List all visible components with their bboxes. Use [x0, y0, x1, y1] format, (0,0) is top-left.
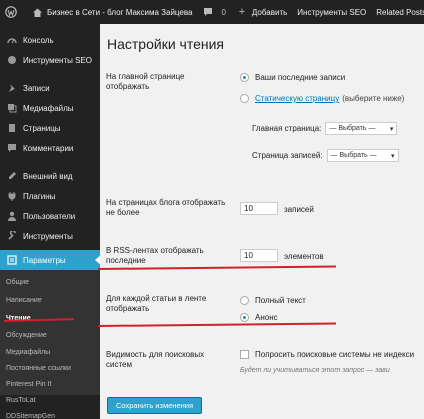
posts-per-page-unit: записей — [284, 205, 314, 214]
seo-tools-menu[interactable]: Инструменты SEO — [292, 0, 371, 24]
sidebar-item-media[interactable]: Медиафайлы — [0, 98, 100, 118]
static-page-radio[interactable] — [240, 94, 249, 103]
front-page-label: На главной странице отображать — [106, 72, 185, 91]
rss-label: В RSS-лентах отображать последние — [106, 246, 204, 265]
site-title: Бизнес в Сети - блог Максима Зайцева — [47, 7, 193, 17]
latest-posts-radio[interactable] — [240, 73, 249, 82]
submenu-item-ddsitemapgen[interactable]: DDSitemapGen — [6, 408, 100, 419]
plus-icon: + — [238, 6, 246, 18]
submenu-item-discussion[interactable]: Обсуждение — [6, 327, 100, 343]
front-page-select[interactable]: — Выбрать — ▾ — [325, 122, 398, 135]
wordpress-logo-icon — [5, 6, 17, 18]
front-page-select-label: Главная страница: — [252, 124, 322, 133]
add-new-menu[interactable]: + Добавить — [231, 0, 292, 24]
sidebar-item-plugins[interactable]: Плагины — [0, 186, 100, 206]
submenu-item-rustolat[interactable]: RusToLat — [6, 392, 100, 408]
summary-radio[interactable] — [240, 313, 249, 322]
sidebar-item-label: Инструменты SEO — [23, 55, 92, 65]
sidebar-item-label: Пользователи — [23, 211, 76, 221]
dropdown-arrow-icon: ▾ — [391, 152, 395, 160]
dashboard-icon — [5, 35, 19, 45]
latest-posts-label: Ваши последние записи — [255, 73, 346, 82]
comments-icon — [5, 143, 19, 153]
posts-page-select-value: — Выбрать — — [330, 152, 377, 159]
settings-icon — [5, 255, 19, 265]
sidebar-item-label: Внешний вид — [23, 171, 73, 181]
sidebar-item-label: Комментарии — [23, 143, 74, 153]
static-page-link[interactable]: Статическую страницу — [255, 94, 339, 103]
sidebar-item-appearance[interactable]: Внешний вид — [0, 166, 100, 186]
posts-per-page-input[interactable] — [240, 202, 278, 215]
option-static-page[interactable]: Статическую страницу (выберите ниже) — [240, 94, 404, 103]
option-latest-posts[interactable]: Ваши последние записи — [240, 73, 345, 82]
home-icon — [31, 6, 43, 18]
seo-icon — [5, 55, 19, 65]
front-page-select-value: — Выбрать — — [329, 125, 376, 132]
full-text-label: Полный текст — [255, 296, 306, 305]
discourage-search-checkbox[interactable] — [240, 350, 249, 359]
posts-page-select-label: Страница записей: — [252, 151, 323, 160]
posts-page-select[interactable]: — Выбрать — ▾ — [326, 149, 399, 162]
sidebar-item-label: Параметры — [23, 255, 66, 265]
sidebar-item-label: Плагины — [23, 191, 56, 201]
visibility-option[interactable]: Попросить поисковые системы не индекси — [240, 350, 414, 359]
admin-bar: Бизнес в Сети - блог Максима Зайцева 0 +… — [0, 0, 424, 24]
comment-bubble-icon — [202, 6, 214, 18]
posts-page-select-row: Страница записей: — Выбрать — ▾ — [252, 149, 399, 162]
sidebar-item-label: Инструменты — [23, 231, 73, 241]
rss-items-unit: элементов — [284, 252, 324, 261]
sidebar-item-posts[interactable]: Записи — [0, 78, 100, 98]
option-full-text[interactable]: Полный текст — [240, 296, 306, 305]
static-page-hint: (выберите ниже) — [342, 94, 405, 103]
sidebar-item-users[interactable]: Пользователи — [0, 206, 100, 226]
comments-count: 0 — [221, 7, 226, 17]
related-posts-menu[interactable]: Related Posts — [371, 0, 424, 24]
sidebar-item-dashboard[interactable]: Консоль — [0, 30, 100, 50]
admin-sidebar: Консоль Инструменты SEO Записи Медиафайл… — [0, 24, 101, 419]
visibility-hint: Будет ли учитываться этот запрос — зави — [240, 367, 390, 374]
appearance-icon — [5, 171, 19, 181]
posts-per-page-label: На страницах блога отображать не более — [106, 198, 226, 217]
sidebar-item-label: Медиафайлы — [23, 103, 74, 113]
sidebar-item-label: Страницы — [23, 123, 61, 133]
submenu-item-general[interactable]: Общие — [6, 274, 100, 290]
main-content: Настройки чтения На главной странице ото… — [100, 24, 424, 419]
save-changes-button[interactable]: Сохранить изменения — [107, 397, 203, 414]
sidebar-item-comments[interactable]: Комментарии — [0, 138, 100, 158]
dropdown-arrow-icon: ▾ — [389, 125, 394, 133]
sidebar-item-label: Консоль — [23, 35, 54, 45]
submenu-item-writing[interactable]: Написание — [6, 292, 100, 308]
related-posts-label: Related Posts — [376, 7, 424, 17]
feed-article-label: Для каждой статьи в ленте отображать — [106, 294, 207, 313]
full-text-radio[interactable] — [240, 296, 249, 305]
site-name-link[interactable]: Бизнес в Сети - блог Максима Зайцева — [26, 0, 197, 24]
visibility-label: Видимость для поисковых систем — [106, 350, 205, 369]
users-icon — [5, 211, 19, 221]
add-new-label: Добавить — [251, 7, 288, 17]
rss-items-input[interactable] — [240, 249, 278, 262]
discourage-search-label: Попросить поисковые системы не индекси — [255, 350, 415, 359]
pages-icon — [5, 123, 19, 133]
submenu-item-pinterest[interactable]: Pinterest Pin It — [6, 376, 100, 392]
tools-icon — [5, 231, 19, 241]
sidebar-item-seo-tools[interactable]: Инструменты SEO — [0, 50, 100, 70]
comments-link[interactable]: 0 — [197, 0, 230, 24]
wp-logo-button[interactable] — [0, 0, 26, 24]
plugins-icon — [5, 191, 19, 201]
submenu-item-media[interactable]: Медиафайлы — [6, 344, 100, 360]
seo-tools-label: Инструменты SEO — [297, 7, 367, 17]
media-icon — [5, 103, 19, 113]
page-title: Настройки чтения — [107, 36, 225, 52]
submenu-item-permalinks[interactable]: Постоянные ссылки — [6, 360, 100, 376]
sidebar-item-tools[interactable]: Инструменты — [0, 226, 100, 246]
option-summary[interactable]: Анонс — [240, 313, 278, 322]
sidebar-item-pages[interactable]: Страницы — [0, 118, 100, 138]
sidebar-item-settings[interactable]: Параметры — [0, 250, 101, 270]
sidebar-item-label: Записи — [23, 83, 50, 93]
summary-label: Анонс — [255, 313, 278, 322]
pin-icon — [5, 83, 19, 93]
front-page-select-row: Главная страница: — Выбрать — ▾ — [252, 122, 398, 135]
